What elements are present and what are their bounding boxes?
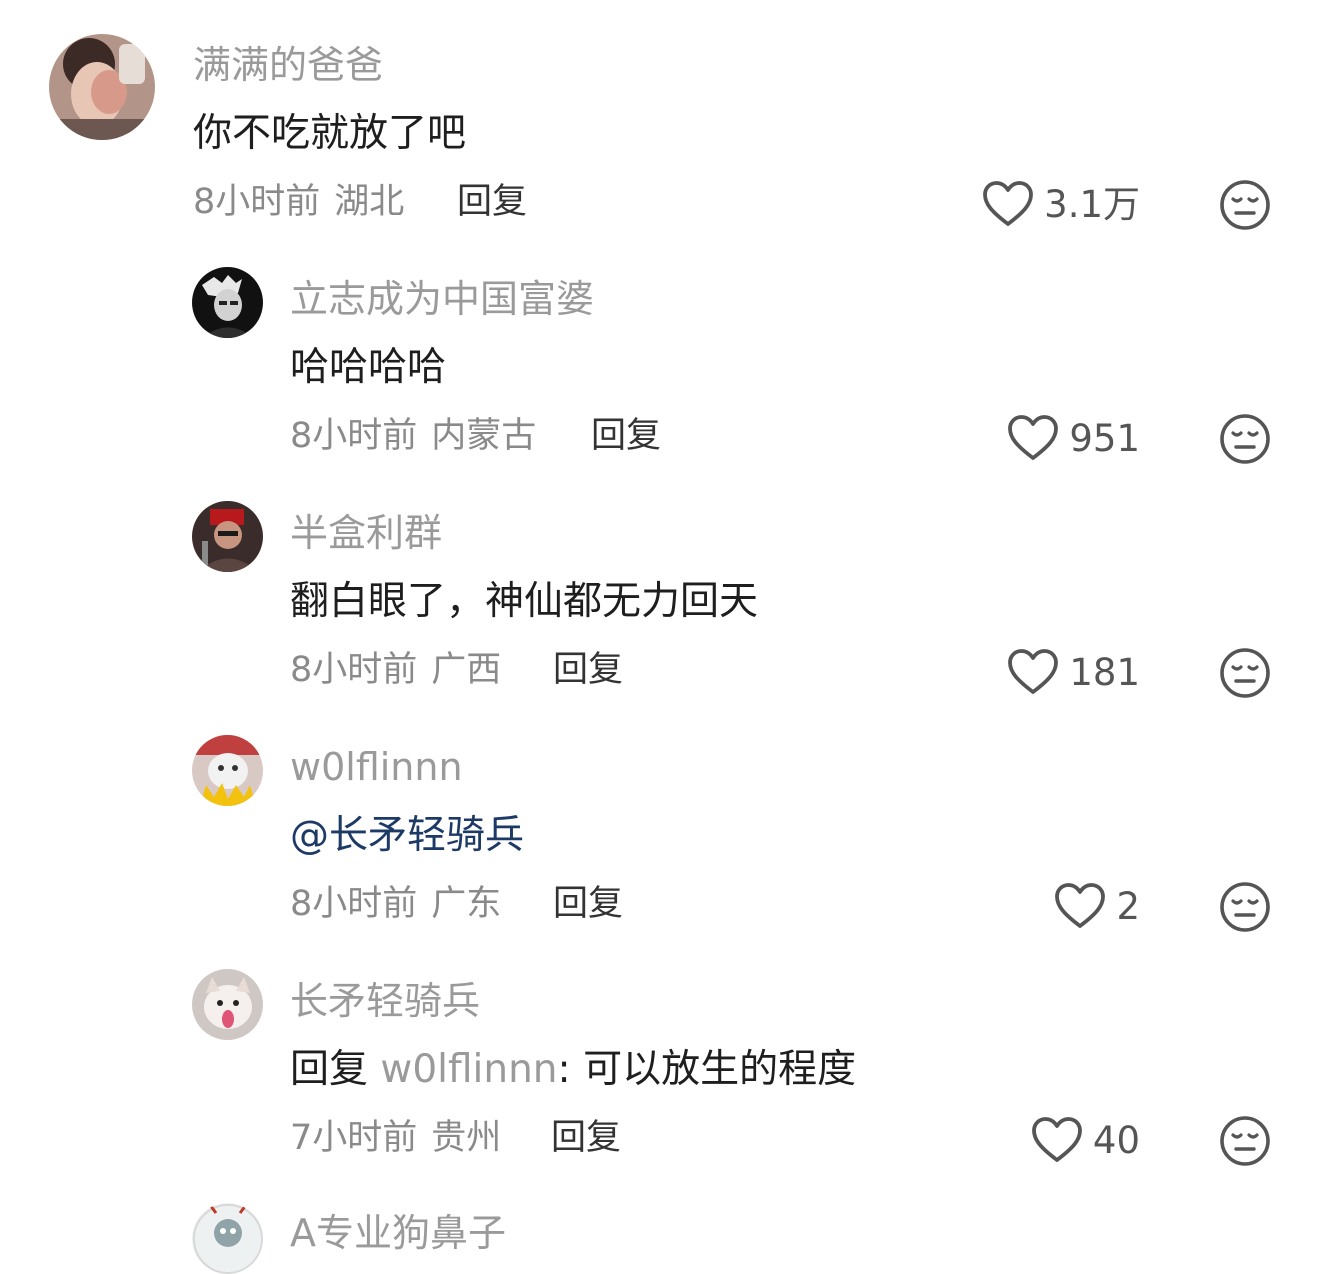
reply-target-username[interactable]: w0lflinnn xyxy=(380,1047,557,1092)
comment-meta: 8小时前 广西 xyxy=(290,653,501,688)
like-button[interactable]: 40 xyxy=(1031,1114,1140,1166)
comment-username[interactable]: 满满的爸爸 xyxy=(193,46,383,84)
like-count: 951 xyxy=(1069,416,1140,460)
reply-button[interactable]: 回复 xyxy=(591,419,661,454)
comment-username[interactable]: 长矛轻骑兵 xyxy=(290,982,480,1020)
dislike-button[interactable] xyxy=(1219,413,1271,465)
avatar[interactable] xyxy=(192,501,263,572)
comment-meta: 8小时前 广东 xyxy=(290,887,501,922)
like-button[interactable]: 181 xyxy=(1007,646,1140,698)
comment-text-body: : 可以放生的程度 xyxy=(557,1047,857,1092)
comment-text: 翻白眼了，神仙都无力回天 xyxy=(290,579,759,624)
reply-button[interactable]: 回复 xyxy=(553,887,623,922)
comment-username[interactable]: A专业狗鼻子 xyxy=(290,1214,506,1252)
like-button[interactable]: 2 xyxy=(1054,880,1140,932)
heart-outline-icon xyxy=(1054,882,1106,930)
heart-outline-icon xyxy=(982,180,1034,228)
comment-meta: 7小时前 贵州 xyxy=(290,1121,501,1156)
meh-face-icon xyxy=(1219,647,1271,699)
comment-time: 8小时前 xyxy=(290,416,418,456)
like-count: 40 xyxy=(1092,1118,1140,1162)
comment-location: 湖北 xyxy=(334,182,405,222)
avatar[interactable] xyxy=(192,735,263,806)
like-count: 2 xyxy=(1116,884,1140,928)
meh-face-icon xyxy=(1219,179,1271,231)
comment-location: 贵州 xyxy=(431,1118,502,1158)
reply-prefix: 回复 xyxy=(290,1047,369,1092)
like-button[interactable]: 951 xyxy=(1007,412,1140,464)
dislike-button[interactable] xyxy=(1219,881,1271,933)
comment-location: 广西 xyxy=(431,650,502,690)
dislike-button[interactable] xyxy=(1219,1115,1271,1167)
reply-button[interactable]: 回复 xyxy=(551,1121,621,1156)
like-button[interactable]: 3.1万 xyxy=(982,178,1140,230)
heart-outline-icon xyxy=(1031,1116,1083,1164)
comment-username[interactable]: w0lflinnn xyxy=(290,748,463,786)
comment-time: 8小时前 xyxy=(193,182,321,222)
avatar[interactable] xyxy=(192,267,263,338)
avatar[interactable] xyxy=(192,969,263,1040)
meh-face-icon xyxy=(1219,881,1271,933)
comment-username[interactable]: 立志成为中国富婆 xyxy=(290,280,594,318)
comment-meta: 8小时前 内蒙古 xyxy=(290,419,536,454)
mention-link[interactable]: @长矛轻骑兵 xyxy=(290,816,524,855)
reply-button[interactable]: 回复 xyxy=(457,185,527,220)
heart-outline-icon xyxy=(1007,648,1059,696)
meh-face-icon xyxy=(1219,413,1271,465)
meh-face-icon xyxy=(1219,1115,1271,1167)
dislike-button[interactable] xyxy=(1219,179,1271,231)
avatar[interactable] xyxy=(49,34,155,140)
comment-text: 回复 w0lflinnn: 可以放生的程度 xyxy=(290,1050,856,1089)
heart-outline-icon xyxy=(1007,414,1059,462)
comment-text: 你不吃就放了吧 xyxy=(193,111,467,156)
like-count: 3.1万 xyxy=(1044,182,1140,226)
comment-location: 内蒙古 xyxy=(431,416,537,456)
comment-location: 广东 xyxy=(431,884,502,924)
comment-text: 哈哈哈哈 xyxy=(290,345,447,390)
comment-time: 8小时前 xyxy=(290,650,418,690)
like-count: 181 xyxy=(1069,650,1140,694)
comment-time: 8小时前 xyxy=(290,884,418,924)
comment-username[interactable]: 半盒利群 xyxy=(290,514,442,552)
comment-time: 7小时前 xyxy=(290,1118,418,1158)
reply-button[interactable]: 回复 xyxy=(553,653,623,688)
avatar[interactable] xyxy=(192,1203,263,1274)
dislike-button[interactable] xyxy=(1219,647,1271,699)
comment-meta: 8小时前 湖北 xyxy=(193,185,404,220)
